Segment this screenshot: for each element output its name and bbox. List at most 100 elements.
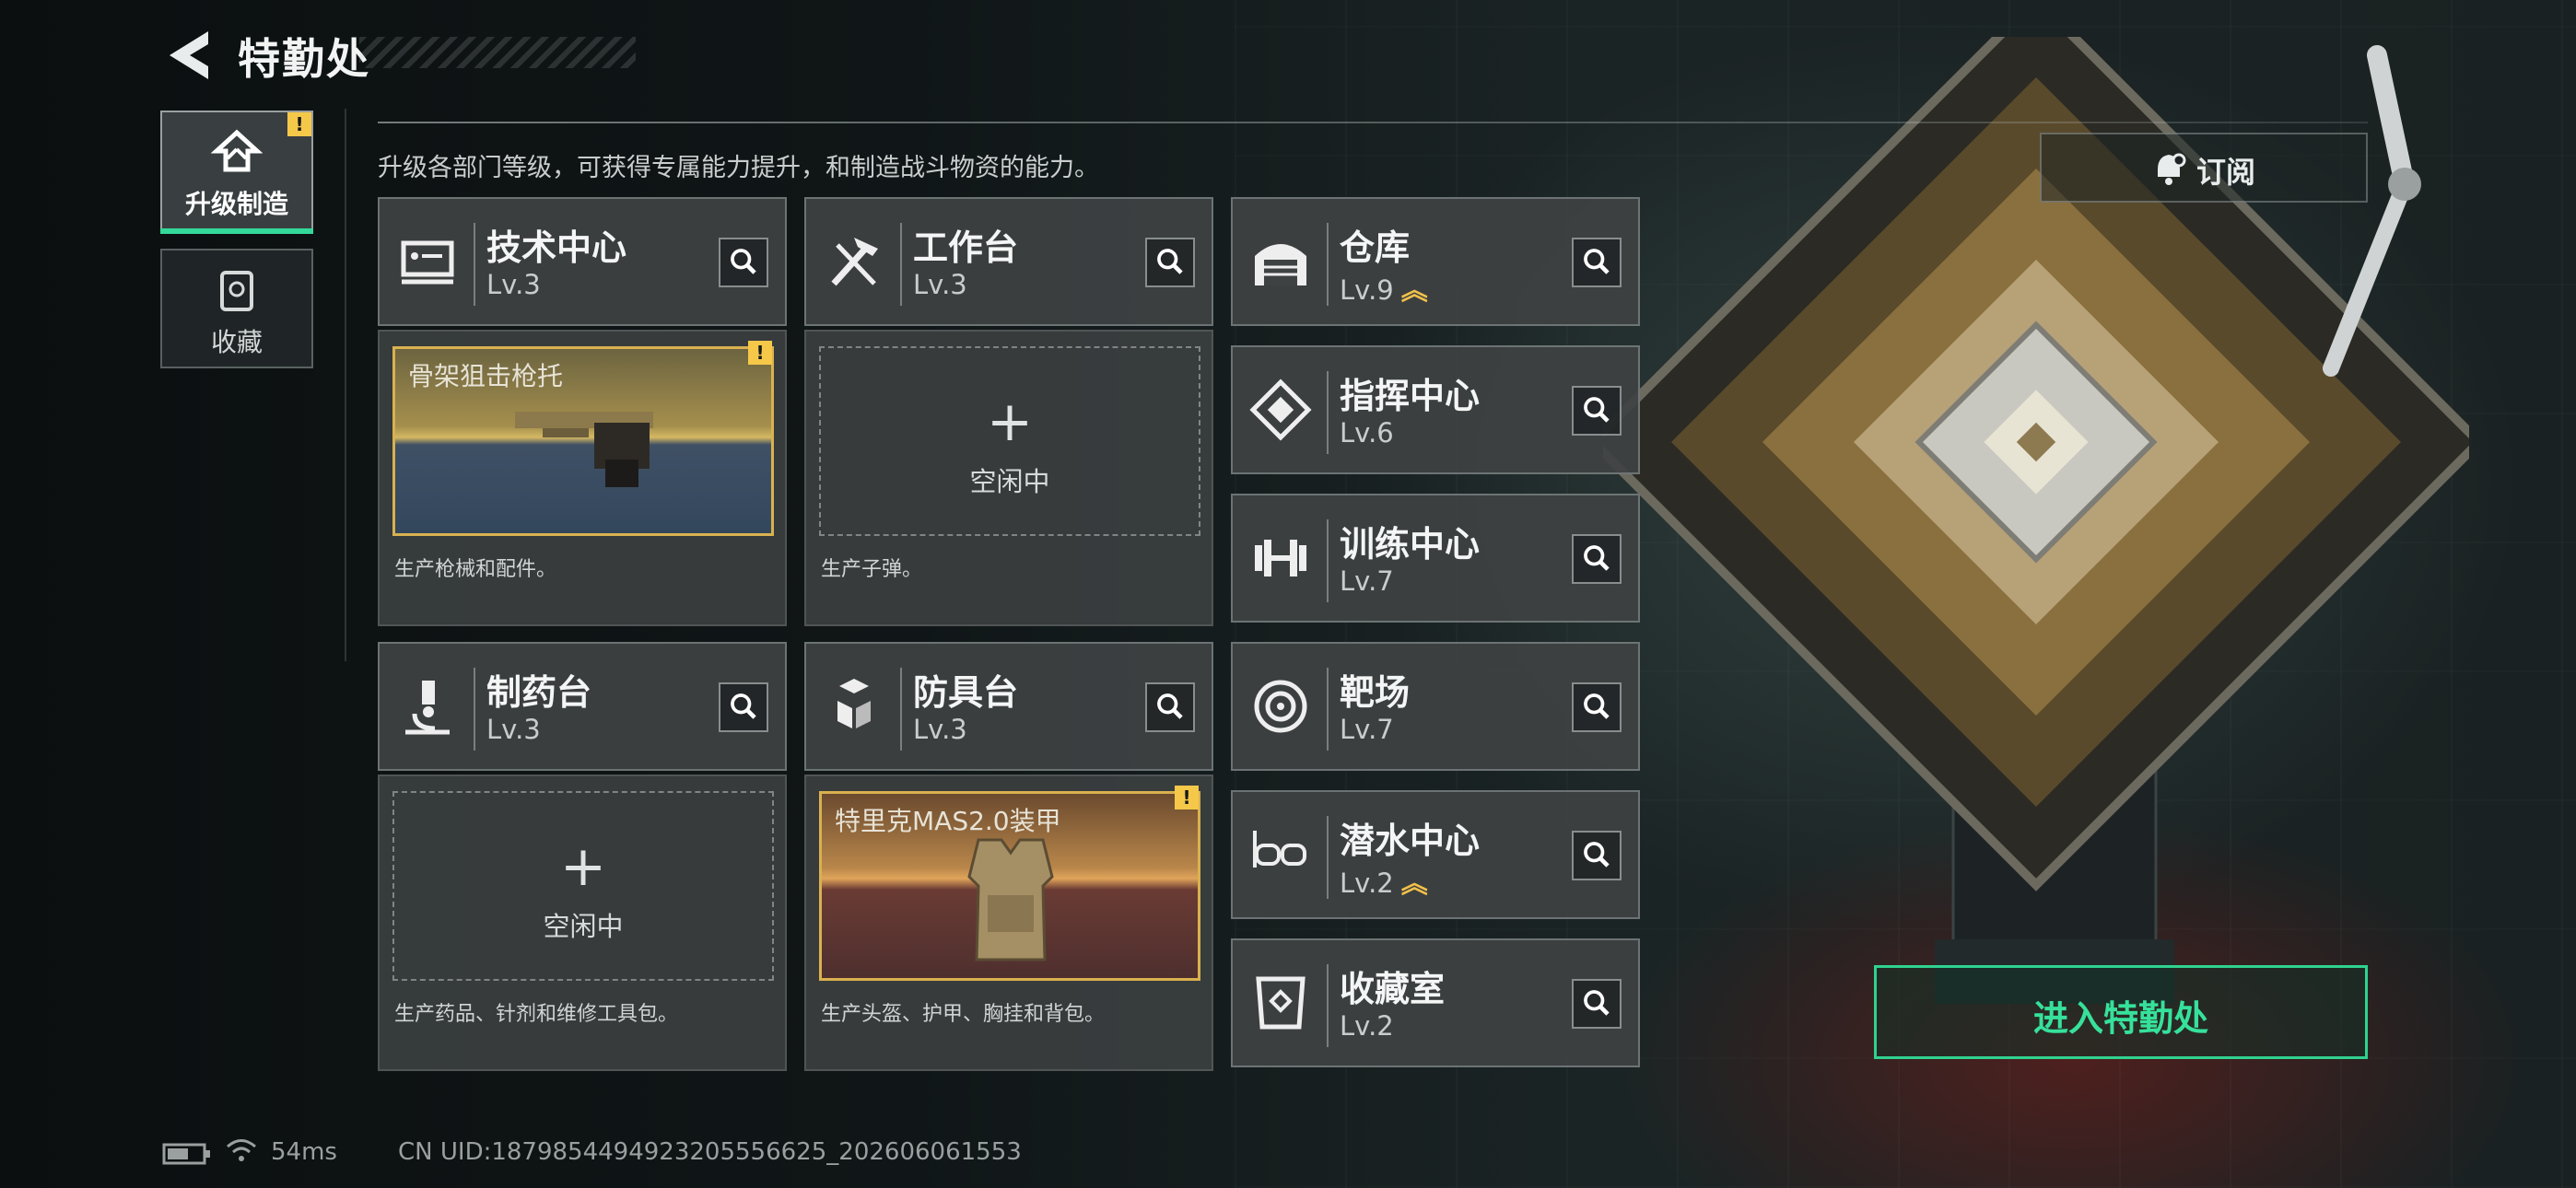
production-panel-weapons[interactable]: 骨架狙击枪托 ! 生产枪械和配件。	[378, 330, 787, 626]
user-uid: CN UID:1879854494923205556625_2026060615…	[398, 1138, 1022, 1166]
upgrade-manufacture-icon	[210, 129, 263, 172]
dept-card-armor-bench[interactable]: 防具台 Lv.3	[804, 642, 1213, 771]
dept-name: 制药台	[486, 672, 592, 713]
alert-badge: !	[287, 112, 311, 136]
dept-level: Lv.3	[913, 714, 967, 745]
production-panel-medical[interactable]: + 空闲中 生产药品、针剂和维修工具包。	[378, 775, 787, 1071]
command-center-icon	[1249, 379, 1312, 441]
divider-vertical	[345, 109, 346, 661]
card-divider	[1327, 519, 1329, 602]
wifi-icon	[227, 1139, 256, 1161]
card-divider	[474, 223, 475, 306]
dept-level: Lv.7	[1340, 714, 1394, 745]
collection-room-icon	[1256, 976, 1306, 1030]
dept-card-command-center[interactable]: 指挥中心 Lv.6	[1231, 345, 1640, 474]
dept-name: 技术中心	[486, 227, 627, 268]
dept-name: 防具台	[913, 672, 1019, 713]
dept-name: 指挥中心	[1340, 376, 1481, 416]
dept-level: Lv.7	[1340, 565, 1394, 597]
microscope-icon	[405, 681, 450, 735]
search-icon[interactable]	[719, 238, 768, 287]
enter-special-ops-button[interactable]: 进入特勤处	[1874, 965, 2368, 1059]
add-icon: +	[559, 834, 607, 899]
collection-icon	[220, 271, 253, 311]
title-decoration	[359, 37, 636, 68]
dept-name: 工作台	[913, 227, 1019, 268]
dept-card-pharmacy[interactable]: 制药台 Lv.3	[378, 642, 787, 771]
upgrade-available-icon: ︽	[1400, 868, 1428, 899]
production-panel-armor[interactable]: 特里克MAS2.0装甲 ! 生产头盔、护甲、胸挂和背包。	[804, 775, 1213, 1071]
search-icon[interactable]	[1572, 534, 1622, 584]
dept-name: 潜水中心	[1340, 821, 1481, 861]
production-description: 生产药品、针剂和维修工具包。	[394, 1003, 679, 1026]
dept-level: Lv.2 ︽	[1340, 862, 1428, 901]
search-icon[interactable]	[1572, 238, 1622, 287]
search-icon[interactable]	[1145, 682, 1195, 732]
card-divider	[1327, 223, 1329, 306]
production-slot-empty[interactable]: + 空闲中	[392, 791, 774, 981]
card-divider	[1327, 371, 1329, 454]
alert-badge: !	[748, 341, 772, 365]
nav-tab-label: 升级制造	[184, 189, 288, 219]
upgrade-available-icon: ︽	[1400, 274, 1428, 306]
dept-card-workbench[interactable]: 工作台 Lv.3	[804, 197, 1213, 326]
card-divider	[1327, 964, 1329, 1047]
battery-icon	[162, 1143, 210, 1165]
subscribe-button[interactable]: 订阅	[2040, 133, 2368, 203]
workbench-tools-icon	[831, 238, 878, 286]
add-icon: +	[986, 390, 1034, 454]
diving-mask-icon	[1253, 831, 1306, 868]
dept-name: 靶场	[1340, 672, 1411, 713]
target-icon	[1254, 680, 1307, 733]
production-panel-ammo[interactable]: + 空闲中 生产子弹。	[804, 330, 1213, 626]
production-slot[interactable]: 骨架狙击枪托	[392, 346, 774, 536]
page-subtitle: 升级各部门等级，可获得专属能力提升，和制造战斗物资的能力。	[378, 154, 1099, 182]
card-divider	[1327, 668, 1329, 751]
dept-card-warehouse[interactable]: 仓库 Lv.9 ︽	[1231, 197, 1640, 326]
alert-badge: !	[1175, 786, 1199, 809]
search-icon[interactable]	[1145, 238, 1195, 287]
card-divider	[1327, 816, 1329, 899]
search-icon[interactable]	[1572, 831, 1622, 880]
dept-level: Lv.3	[913, 269, 967, 300]
item-name: 骨架狙击枪托	[408, 361, 564, 391]
card-divider	[900, 668, 902, 751]
dept-level-value: Lv.2	[1340, 868, 1394, 899]
warehouse-icon	[1255, 244, 1306, 285]
nav-tab-collection[interactable]: 收藏	[160, 249, 313, 368]
dept-card-collection-room[interactable]: 收藏室 Lv.2	[1231, 938, 1640, 1067]
nav-tab-label: 收藏	[210, 327, 263, 357]
divider-line	[378, 122, 2368, 123]
nav-tab-upgrade-manufacture[interactable]: 升级制造 !	[160, 111, 313, 234]
search-icon[interactable]	[1572, 386, 1622, 436]
dept-level: Lv.3	[486, 714, 541, 745]
dept-name: 训练中心	[1340, 524, 1481, 565]
production-slot[interactable]: 特里克MAS2.0装甲	[819, 791, 1200, 981]
search-icon[interactable]	[1572, 682, 1622, 732]
dumbbell-icon	[1255, 540, 1306, 577]
dept-level: Lv.6	[1340, 417, 1394, 448]
bell-icon	[2158, 153, 2186, 185]
dept-level: Lv.2	[1340, 1010, 1394, 1042]
subscribe-label: 订阅	[2196, 155, 2256, 190]
dept-level: Lv.9 ︽	[1340, 269, 1428, 308]
search-icon[interactable]	[719, 682, 768, 732]
card-divider	[900, 223, 902, 306]
dept-card-shooting-range[interactable]: 靶场 Lv.7	[1231, 642, 1640, 771]
armor-blocks-icon	[837, 679, 871, 728]
production-description: 生产枪械和配件。	[394, 558, 557, 581]
production-slot-empty[interactable]: + 空闲中	[819, 346, 1200, 536]
production-description: 生产子弹。	[821, 558, 923, 581]
dept-card-diving-center[interactable]: 潜水中心 Lv.2 ︽	[1231, 790, 1640, 919]
dept-level-value: Lv.9	[1340, 274, 1394, 306]
page-title: 特勤处	[238, 34, 370, 84]
dept-card-tech-center[interactable]: 技术中心 Lv.3	[378, 197, 787, 326]
back-arrow-icon[interactable]	[162, 26, 214, 85]
card-divider	[474, 668, 475, 751]
dept-name: 仓库	[1340, 227, 1411, 268]
body-armor-image	[967, 838, 1054, 961]
slot-status: 空闲中	[543, 911, 624, 942]
sniper-stock-image	[515, 412, 653, 487]
dept-card-training-center[interactable]: 训练中心 Lv.7	[1231, 494, 1640, 623]
search-icon[interactable]	[1572, 979, 1622, 1029]
